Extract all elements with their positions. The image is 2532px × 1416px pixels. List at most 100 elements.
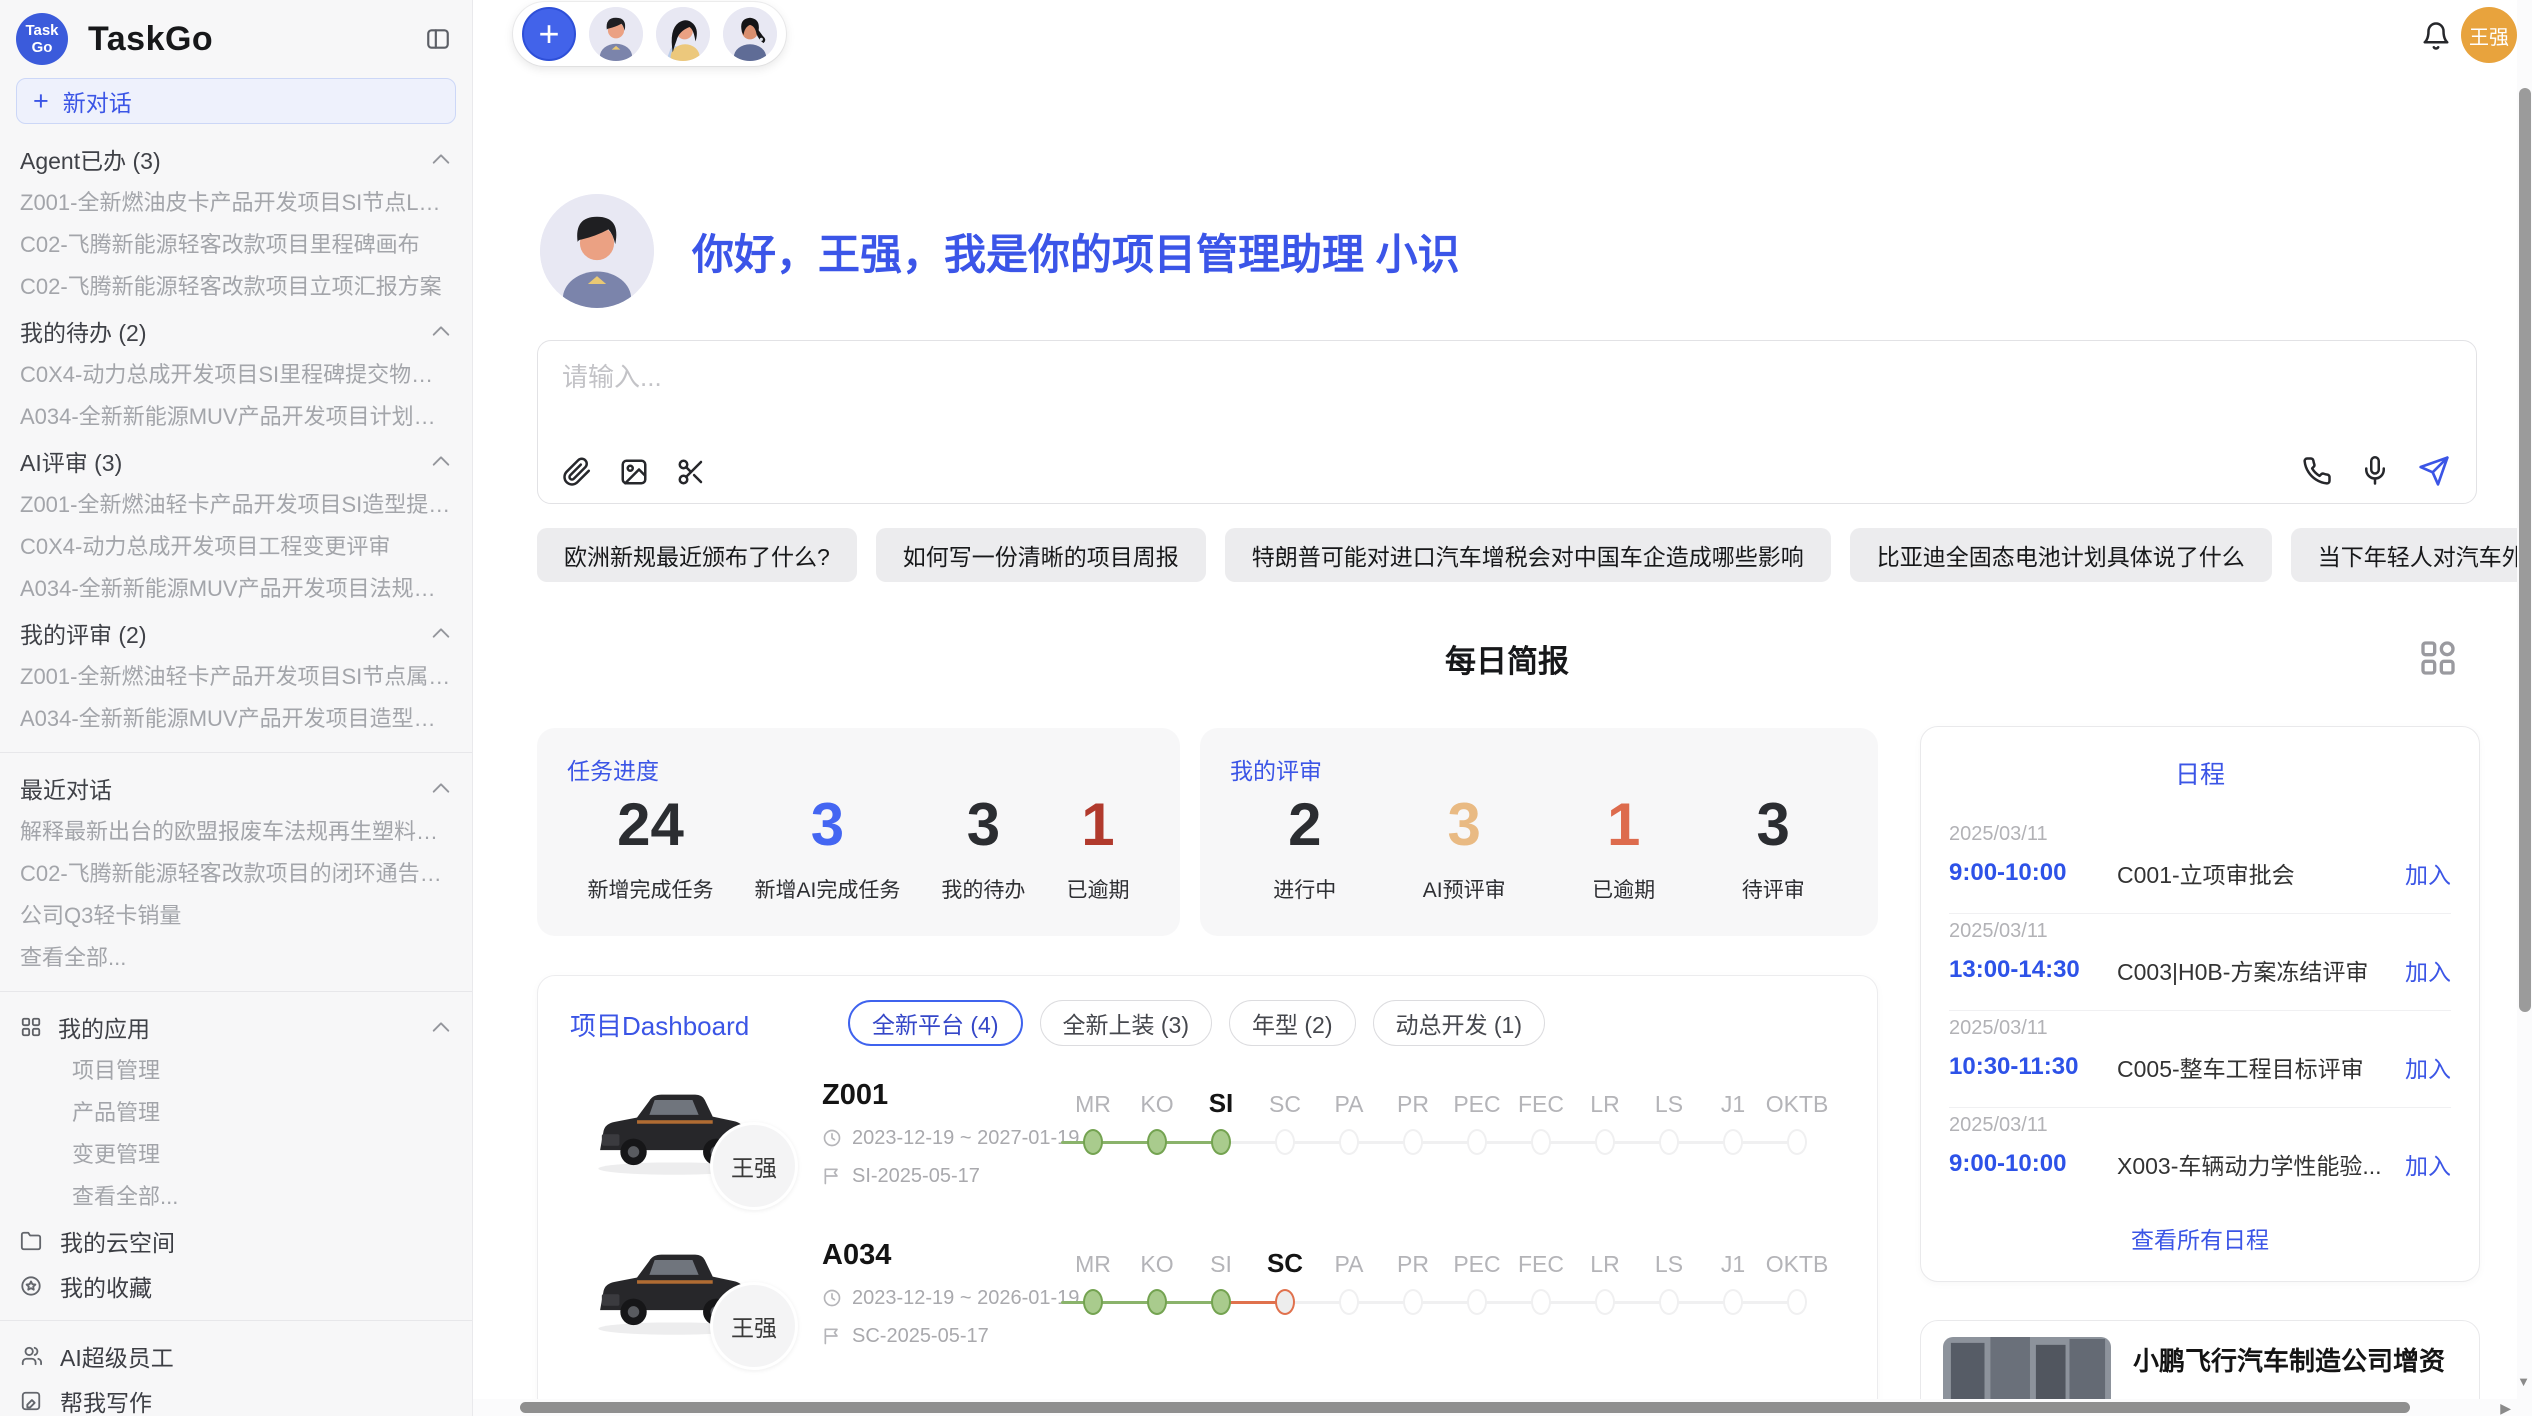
suggestion-chip[interactable]: 特朗普可能对进口汽车增税会对中国车企造成哪些影响 [1225, 528, 1831, 582]
sidebar-item[interactable]: C0X4-动力总成开发项目SI里程碑提交物检查 [16, 354, 456, 396]
project-row-Z001[interactable]: 王强Z0012023-12-19 ~ 2027-01-19SI-2025-05-… [538, 1064, 1877, 1219]
join-link[interactable]: 加入 [2405, 1050, 2451, 1084]
app-item[interactable]: 项目管理 [68, 1050, 456, 1092]
sidebar-tool-item[interactable]: 帮我写作 [16, 1378, 456, 1416]
sidebar-item[interactable]: C0X4-动力总成开发项目工程变更评审 [16, 526, 456, 568]
schedule-item[interactable]: 2025/03/1110:30-11:30C005-整车工程目标评审加入 [1949, 1011, 2451, 1108]
milestone-label-MR: MR [1061, 1251, 1125, 1278]
milestone-label-LS: LS [1637, 1251, 1701, 1278]
stat-进行中: 2进行中 [1273, 792, 1336, 904]
sidebar-tool-item[interactable]: AI超级员工 [16, 1333, 456, 1378]
input-attachments [562, 457, 706, 487]
chevron-up-icon[interactable] [430, 454, 452, 468]
suggestion-chip[interactable]: 比亚迪全固态电池计划具体说了什么 [1850, 528, 2272, 582]
sidebar-item[interactable]: C02-飞腾新能源轻客改款项目里程碑画布 [16, 224, 456, 266]
layout-grid-icon[interactable] [2418, 638, 2458, 678]
app-item[interactable]: 查看全部... [68, 1176, 456, 1218]
sidebar-item-cloud[interactable]: 我的云空间 [16, 1218, 456, 1263]
stat-label: 进行中 [1273, 874, 1336, 904]
schedule-item[interactable]: 2025/03/119:00-10:00C001-立项审批会加入 [1949, 817, 2451, 914]
sidebar-item[interactable]: A034-全新新能源MUV产品开发项目造型可行性评审 [16, 698, 456, 740]
app-item[interactable]: 产品管理 [68, 1092, 456, 1134]
sidebar-item[interactable]: A034-全新新能源MUV产品开发项目计划变更表编写 [16, 396, 456, 438]
agent-avatar-1[interactable] [589, 7, 643, 61]
sidebar-item-favorites[interactable]: 我的收藏 [16, 1263, 456, 1308]
chevron-up-icon[interactable] [430, 626, 452, 640]
milestone-dot-cell [1637, 1289, 1701, 1315]
filter-chip[interactable]: 年型 (2) [1229, 1000, 1356, 1046]
chat-input[interactable] [560, 355, 2264, 421]
chevron-up-icon[interactable] [430, 324, 452, 338]
milestone-label-SC: SC [1253, 1091, 1317, 1118]
sidebar-item[interactable]: C02-飞腾新能源轻客改款项目的闭环通告反馈情况 [16, 853, 456, 895]
view-all-schedule-link[interactable]: 查看所有日程 [1949, 1221, 2451, 1255]
scroll-down-icon[interactable]: ▼ [2517, 1374, 2530, 1389]
logo-line1: Task [25, 22, 58, 39]
phone-icon[interactable] [2302, 456, 2332, 486]
section-header[interactable]: Agent已办 (3) [16, 136, 456, 182]
horizontal-scrollbar-thumb[interactable] [520, 1402, 2410, 1413]
section-header[interactable]: 我的待办 (2) [16, 308, 456, 354]
join-link[interactable]: 加入 [2405, 1147, 2451, 1181]
new-chat-label: 新对话 [63, 84, 132, 118]
divider [0, 1320, 472, 1321]
filter-chip[interactable]: 全新平台 (4) [848, 1000, 1023, 1046]
scroll-right-icon[interactable]: ▶ [2500, 1400, 2511, 1416]
logo-line2: Go [32, 39, 53, 56]
recent-section-header[interactable]: 最近对话 [16, 765, 456, 811]
schedule-item[interactable]: 2025/03/1113:00-14:30C003|H0B-方案冻结评审加入 [1949, 914, 2451, 1011]
project-row-A034[interactable]: 王强A0342023-12-19 ~ 2026-01-19SC-2025-05-… [538, 1224, 1877, 1379]
sidebar-item[interactable]: C02-飞腾新能源轻客改款项目立项汇报方案 [16, 266, 456, 308]
suggestion-chip[interactable]: 如何写一份清晰的项目周报 [876, 528, 1206, 582]
send-icon[interactable] [2418, 455, 2450, 487]
chevron-up-icon[interactable] [430, 1020, 452, 1034]
section-header[interactable]: 我的评审 (2) [16, 610, 456, 656]
sidebar-item[interactable]: Z001-全新燃油轻卡产品开发项目SI造型提交物评审 [16, 484, 456, 526]
chevron-up-icon[interactable] [430, 152, 452, 166]
sidebar-item[interactable]: 公司Q3轻卡销量 [16, 895, 456, 937]
new-chat-button[interactable]: + 新对话 [16, 78, 456, 124]
milestone-label-OKTB: OKTB [1765, 1091, 1829, 1118]
suggestion-chip[interactable]: 欧洲新规最近颁布了什么? [537, 528, 857, 582]
image-icon[interactable] [619, 457, 649, 487]
flag-icon [822, 1166, 842, 1186]
agent-avatar-2[interactable] [656, 7, 710, 61]
mic-icon[interactable] [2360, 456, 2390, 486]
filter-chip[interactable]: 全新上装 (3) [1040, 1000, 1213, 1046]
collapse-sidebar-icon[interactable] [424, 26, 452, 52]
dashboard-filters: 全新平台 (4) 全新上装 (3) 年型 (2) 动总开发 (1) [848, 1000, 1545, 1046]
vertical-scrollbar-thumb[interactable] [2519, 88, 2531, 1012]
star-icon [20, 1275, 42, 1297]
add-agent-button[interactable]: + [522, 7, 576, 61]
card-title: 我的评审 [1230, 752, 1848, 786]
sidebar-item[interactable]: 查看全部... [16, 937, 456, 979]
milestone-label-FEC: FEC [1509, 1251, 1573, 1278]
section-header[interactable]: AI评审 (3) [16, 438, 456, 484]
sidebar-item[interactable]: Z001-全新燃油轻卡产品开发项目SI节点属性5D文件评审 [16, 656, 456, 698]
user-avatar[interactable]: 王强 [2461, 7, 2517, 63]
milestone-label-MR: MR [1061, 1091, 1125, 1118]
filter-chip[interactable]: 动总开发 (1) [1373, 1000, 1546, 1046]
horizontal-scrollbar[interactable]: ▶ [473, 1399, 2517, 1416]
sidebar-item[interactable]: A034-全新新能源MUV产品开发项目法规符合性评审 [16, 568, 456, 610]
suggestion-chip[interactable]: 当下年轻人对汽车外观有怎样的喜好趋势 [2291, 528, 2532, 582]
schedule-item[interactable]: 2025/03/119:00-10:00X003-车辆动力学性能验...加入 [1949, 1108, 2451, 1205]
milestone-label-PA: PA [1317, 1251, 1381, 1278]
milestone-label-OKTB: OKTB [1765, 1251, 1829, 1278]
app-item[interactable]: 变更管理 [68, 1134, 456, 1176]
join-link[interactable]: 加入 [2405, 856, 2451, 890]
app-root: Task Go TaskGo + 新对话 Agent已办 (3)Z001-全新燃… [0, 0, 2532, 1416]
sidebar-item[interactable]: 解释最新出台的欧盟报废车法规再生塑料比例被调至15%... [16, 811, 456, 853]
bell-icon[interactable] [2421, 21, 2451, 51]
join-link[interactable]: 加入 [2405, 953, 2451, 987]
chevron-up-icon[interactable] [430, 781, 452, 795]
agent-avatar-3[interactable] [723, 7, 777, 61]
vertical-scrollbar[interactable]: ▼ [2517, 0, 2532, 1416]
sidebar-item[interactable]: Z001-全新燃油皮卡产品开发项目SI节点Lesson Learn报告 [16, 182, 456, 224]
schedule-date: 2025/03/11 [1949, 920, 2451, 943]
paperclip-icon[interactable] [562, 457, 592, 487]
my-apps-header[interactable]: 我的应用 [16, 1004, 456, 1050]
scissors-icon[interactable] [676, 457, 706, 487]
briefing-title: 每日简报 [537, 636, 2477, 681]
schedule-row: 9:00-10:00C001-立项审批会加入 [1949, 856, 2451, 890]
